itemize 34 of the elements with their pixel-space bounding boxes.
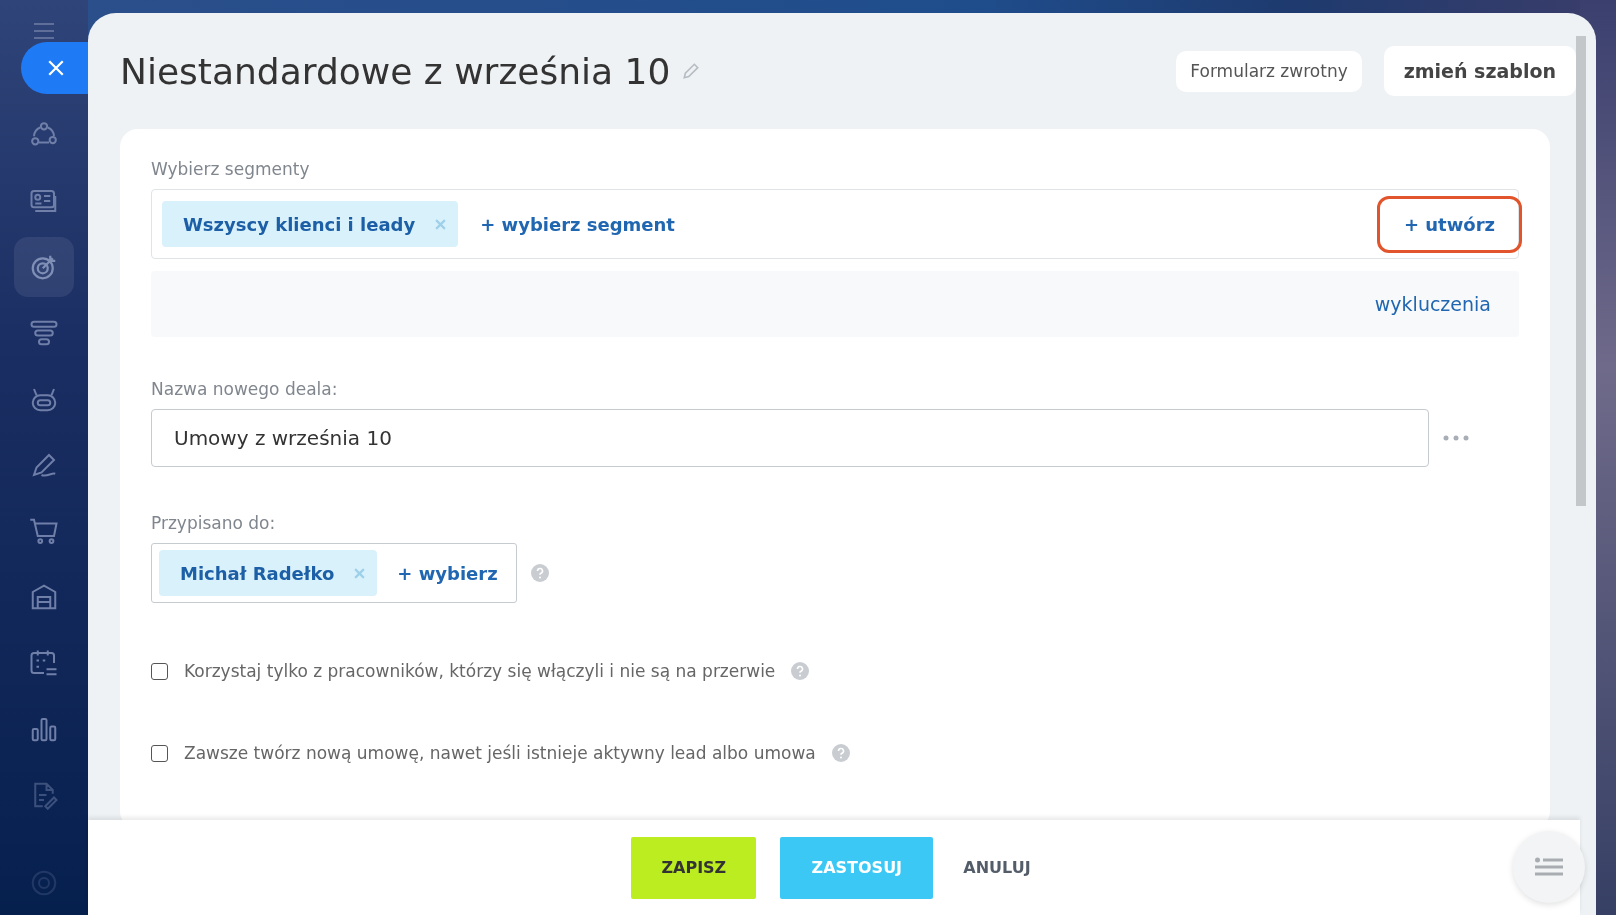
tag-label: Michał Radełko	[180, 562, 335, 584]
segment-selector[interactable]: Wszyscy klienci i leady + wybierz segment + utwórz	[151, 189, 1519, 259]
user-selector[interactable]: Michał Radełko + wybierz	[151, 543, 517, 603]
footer-button[interactable]: ZAPISZ	[631, 836, 757, 899]
deal-name-field[interactable]: Umowy z września 10	[151, 409, 1429, 467]
header-button[interactable]: zmień szablon	[1383, 46, 1576, 96]
create-link[interactable]: + utwórz	[1376, 195, 1522, 253]
cart-icon[interactable]	[29, 516, 59, 546]
field-label: Przypisano do:	[151, 513, 277, 533]
checkbox[interactable]	[151, 662, 168, 680]
more-icon[interactable]	[1443, 435, 1469, 441]
help-icon[interactable]	[530, 564, 549, 582]
close-icon	[47, 59, 65, 77]
scrollbar[interactable]	[1576, 36, 1586, 506]
checkbox[interactable]	[151, 744, 168, 762]
pencil-icon[interactable]	[682, 62, 701, 80]
help-icon[interactable]	[791, 662, 810, 680]
option-label: Korzystaj tylko z pracowników, którzy się włączyli i nie są na przerwie	[184, 661, 776, 681]
tag-label: Wszyscy klienci i leady	[183, 213, 416, 235]
select-segment-link[interactable]: + wybierz segment	[480, 213, 675, 235]
close-button[interactable]	[21, 42, 88, 94]
help-icon[interactable]	[831, 744, 850, 762]
exclusions-link[interactable]: wykluczenia	[1374, 293, 1491, 315]
calendar-icon[interactable]	[29, 648, 59, 678]
select-user-link[interactable]: + wybierz	[397, 562, 498, 584]
list-icon	[1535, 857, 1563, 877]
option-label: Zawsze twórz nową umowę, nawet jeśli istnieje aktywny lead albo umowa	[184, 743, 816, 763]
funnel-icon[interactable]	[29, 318, 59, 348]
header-button[interactable]: Formularz zwrotny	[1176, 50, 1362, 92]
field-label: Nazwa nowego deala:	[151, 379, 339, 399]
footer-button[interactable]: ANULUJ	[957, 836, 1037, 899]
warehouse-icon[interactable]	[29, 582, 59, 612]
field-label: Wybierz segmenty	[151, 159, 311, 179]
page-title: Niestandardowe z września 10	[120, 50, 671, 92]
